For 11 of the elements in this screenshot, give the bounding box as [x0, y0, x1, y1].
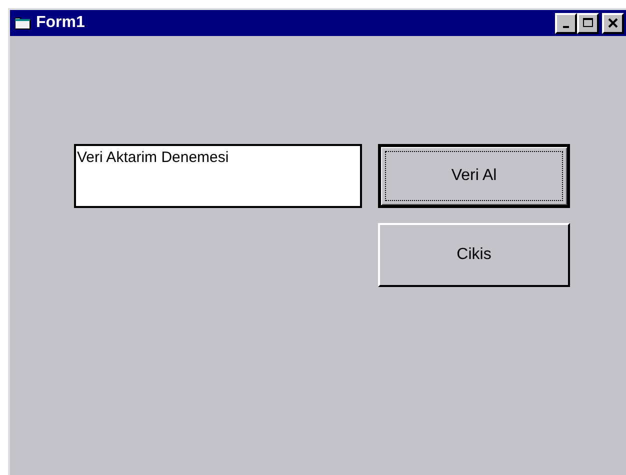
push-button[interactable]: Veri Al	[378, 144, 570, 208]
minimize-icon	[563, 26, 569, 28]
text-field[interactable]: Veri Aktarim Denemesi	[74, 144, 362, 208]
minimize-button[interactable]	[555, 12, 577, 34]
push-button[interactable]: Cikis	[378, 223, 570, 287]
close-icon	[606, 16, 620, 30]
maximize-button[interactable]	[577, 12, 599, 34]
close-button[interactable]	[602, 12, 624, 34]
maximize-icon	[581, 16, 595, 30]
window-title: Form1	[36, 14, 86, 32]
form-icon	[14, 16, 32, 30]
